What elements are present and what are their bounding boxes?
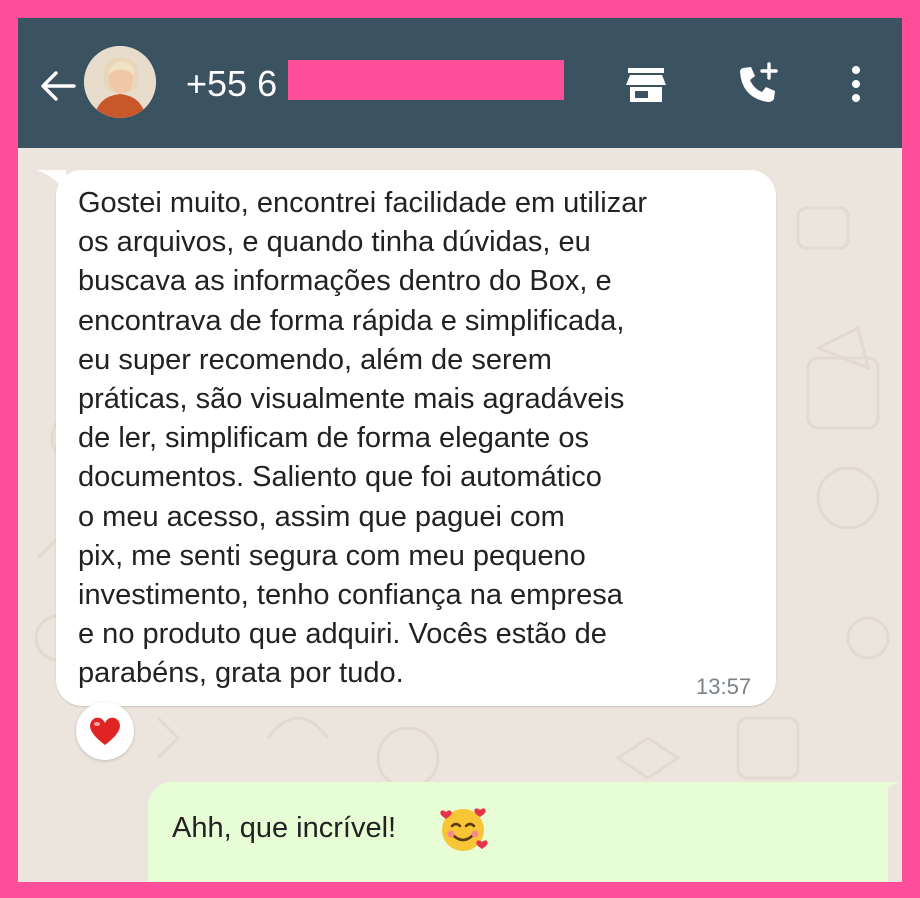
outgoing-bubble-tail	[870, 782, 900, 806]
reaction-badge[interactable]	[76, 702, 134, 760]
add-call-icon[interactable]	[734, 60, 782, 108]
avatar-photo	[84, 46, 156, 118]
message-timestamp: 13:57	[696, 674, 752, 699]
contact-name[interactable]: +55 6	[186, 62, 277, 106]
store-icon[interactable]	[622, 60, 670, 108]
chat-header: +55 6	[18, 18, 902, 148]
incoming-message-text: Gostei muito, encontrei facilidade em ut…	[78, 187, 647, 690]
smiling-face-with-hearts-icon	[440, 808, 488, 851]
chat-screen: +55 6 Gostei muito, encontrei facilidade…	[18, 18, 902, 882]
avatar[interactable]	[84, 46, 156, 118]
more-vertical-icon[interactable]	[844, 60, 892, 108]
arrow-left-icon[interactable]	[38, 66, 78, 106]
redaction-bar	[288, 60, 564, 100]
outgoing-message-text: Ahh, que incrível!	[172, 812, 397, 844]
heart-emoji-icon	[90, 717, 120, 745]
